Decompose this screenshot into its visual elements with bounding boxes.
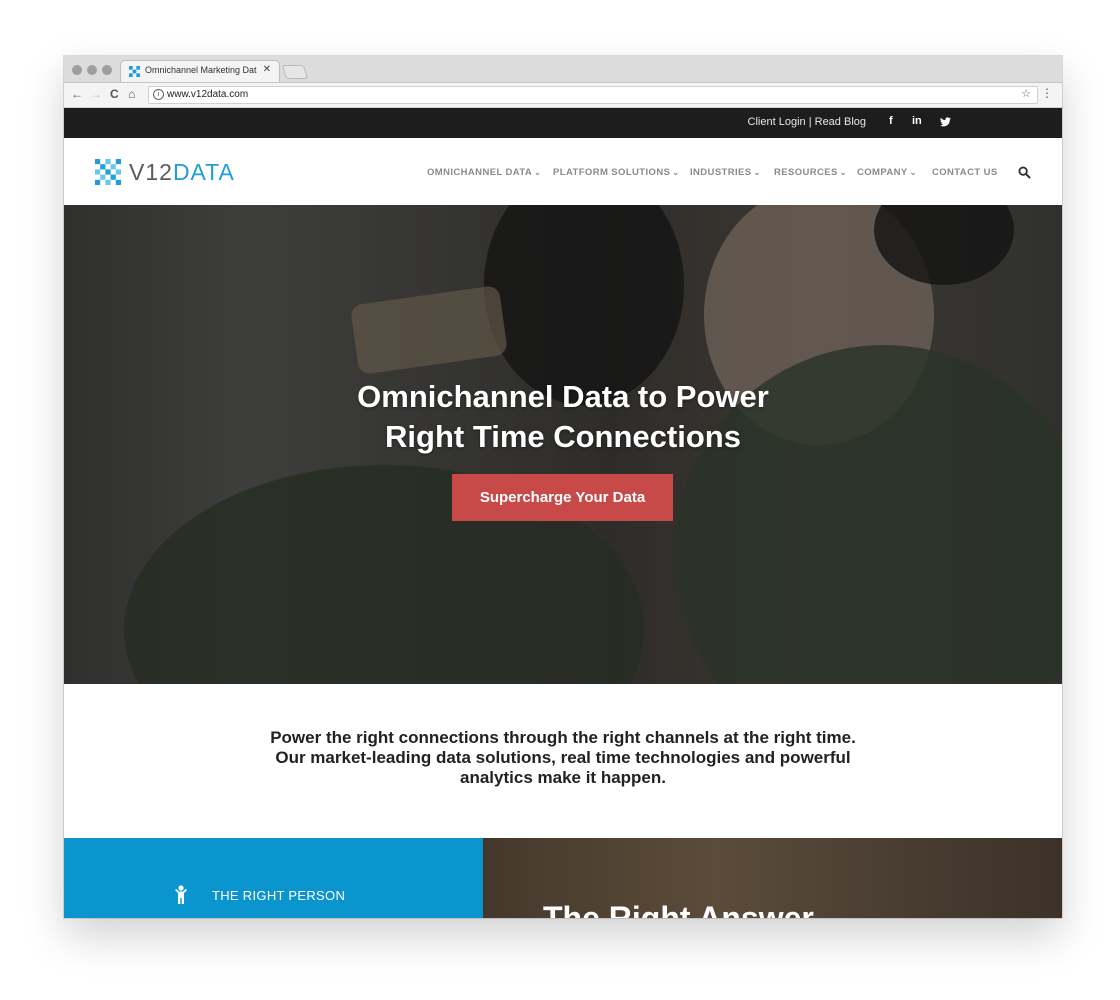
reload-icon[interactable]: C (110, 87, 119, 101)
right-answer-panel: The Right Answer (483, 838, 1062, 918)
supercharge-button[interactable]: Supercharge Your Data (452, 474, 673, 521)
nav-company[interactable]: COMPANY ⌄ (857, 167, 917, 178)
hero-title-line2: Right Time Connections (385, 419, 741, 454)
site-favicon-icon (129, 66, 140, 77)
person-icon (175, 885, 187, 904)
logo-text-data: DATA (172, 159, 235, 185)
logo-text-v12: V12 (129, 159, 173, 185)
logo-wordmark: V12DATA (129, 159, 235, 185)
intro-line2: Our market-leading data solutions, real … (275, 748, 851, 767)
nav-label: COMPANY (857, 167, 908, 178)
browser-toolbar: ← → C ⌂ i www.v12data.com ☆ ⋮ (64, 83, 1062, 108)
browser-tab[interactable]: Omnichannel Marketing Data S ✕ (120, 60, 280, 82)
nav-label: OMNICHANNEL DATA (427, 167, 533, 178)
intro-line3: analytics make it happen. (460, 768, 666, 787)
link-separator: | (808, 116, 812, 128)
site-header: V12DATA OMNICHANNEL DATA ⌄ PLATFORM SOLUT… (64, 138, 1062, 206)
web-page: Client Login | Read Blog f in V12DATA OM… (64, 108, 1062, 918)
nav-omnichannel-data[interactable]: OMNICHANNEL DATA ⌄ (427, 167, 541, 178)
search-icon[interactable] (1018, 166, 1031, 179)
utility-links: Client Login | Read Blog (748, 116, 866, 128)
linkedin-icon[interactable]: in (912, 115, 922, 127)
chevron-down-icon: ⌄ (839, 168, 847, 177)
url-text[interactable]: www.v12data.com (167, 89, 248, 100)
home-icon[interactable]: ⌂ (128, 87, 135, 101)
nav-label: PLATFORM SOLUTIONS (553, 167, 671, 178)
tab-close-icon[interactable]: ✕ (263, 64, 271, 75)
nav-label: CONTACT US (932, 167, 998, 178)
chevron-down-icon: ⌄ (753, 168, 761, 177)
read-blog-link[interactable]: Read Blog (815, 116, 866, 128)
nav-label: INDUSTRIES (690, 167, 752, 178)
nav-resources[interactable]: RESOURCES ⌄ (774, 167, 847, 178)
site-info-icon[interactable]: i (153, 89, 164, 100)
close-window-button[interactable] (72, 65, 82, 75)
tab-title: Omnichannel Marketing Data S (145, 65, 257, 75)
new-tab-button[interactable] (281, 65, 309, 79)
utility-bar: Client Login | Read Blog f in (64, 108, 1062, 138)
zoom-window-button[interactable] (102, 65, 112, 75)
intro-text: Power the right connections through the … (64, 728, 1062, 788)
intro-line1: Power the right connections through the … (270, 728, 856, 747)
bookmark-star-icon[interactable]: ☆ (1021, 87, 1031, 100)
browser-window: Omnichannel Marketing Data S ✕ ← → C ⌂ i… (64, 56, 1062, 918)
forward-icon[interactable]: → (90, 87, 102, 101)
right-person-panel: THE RIGHT PERSON (64, 838, 483, 918)
chevron-down-icon: ⌄ (909, 168, 917, 177)
hero-title-line1: Omnichannel Data to Power (357, 379, 769, 414)
nav-label: RESOURCES (774, 167, 838, 178)
right-person-label: THE RIGHT PERSON (212, 888, 346, 903)
chevron-down-icon: ⌄ (672, 168, 680, 177)
address-bar[interactable]: i www.v12data.com ☆ (148, 86, 1038, 104)
chevron-down-icon: ⌄ (534, 168, 542, 177)
browser-menu-icon[interactable]: ⋮ (1041, 86, 1053, 100)
back-icon[interactable]: ← (71, 87, 83, 101)
facebook-icon[interactable]: f (889, 115, 893, 127)
client-login-link[interactable]: Client Login (748, 116, 806, 128)
twitter-icon[interactable] (940, 117, 951, 127)
right-answer-heading: The Right Answer (543, 900, 814, 918)
nav-industries[interactable]: INDUSTRIES ⌄ (690, 167, 761, 178)
minimize-window-button[interactable] (87, 65, 97, 75)
nav-contact-us[interactable]: CONTACT US (932, 167, 998, 178)
hero-banner: Omnichannel Data to Power Right Time Con… (64, 205, 1062, 684)
tab-strip: Omnichannel Marketing Data S ✕ (64, 56, 1062, 83)
logo-checker-icon (95, 159, 121, 185)
nav-platform-solutions[interactable]: PLATFORM SOLUTIONS ⌄ (553, 167, 679, 178)
hero-title: Omnichannel Data to Power Right Time Con… (64, 377, 1062, 457)
